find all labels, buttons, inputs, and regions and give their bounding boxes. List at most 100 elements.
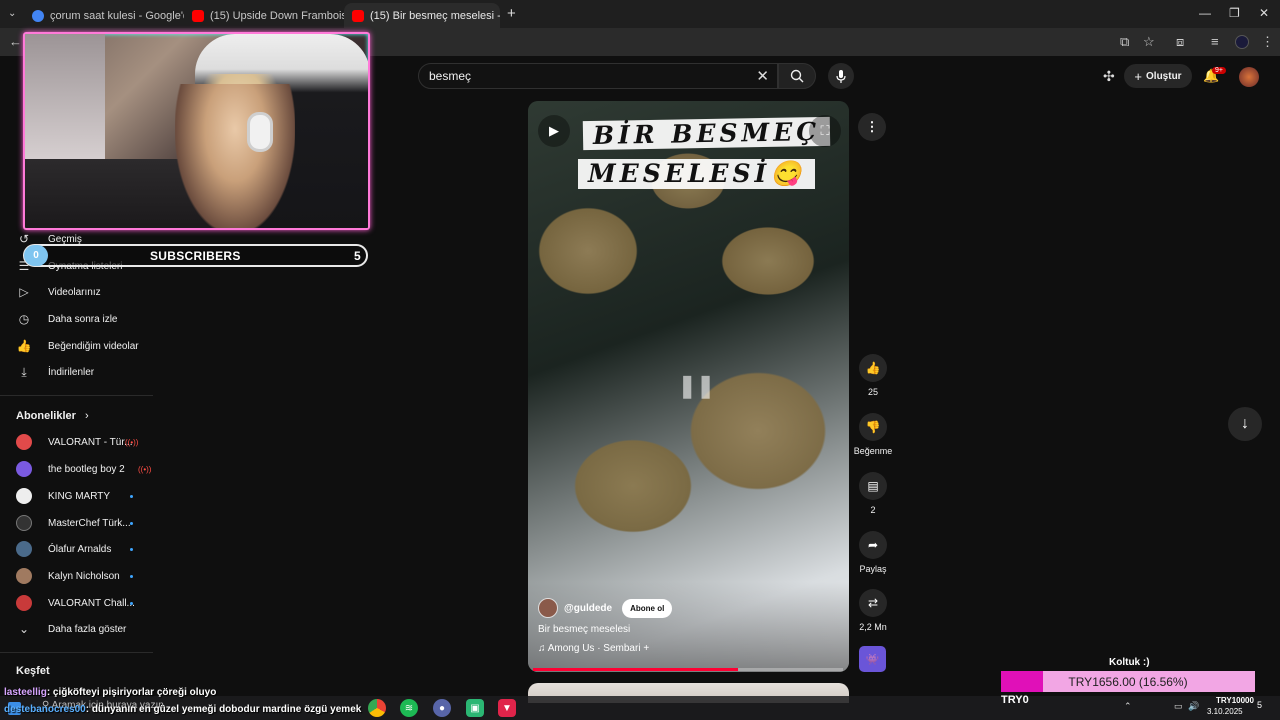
subscription-item[interactable]: VALORANT - Tür... ((•)) — [16, 432, 138, 452]
show-hidden-icons[interactable]: ⌃ — [1124, 701, 1132, 712]
sidebar-item-liked-videos[interactable]: 👍 Beğendiğim videolar — [16, 336, 139, 356]
subscription-item[interactable]: Ólafur Arnalds — [16, 539, 133, 559]
taskbar-date[interactable]: 3.10.2025 — [1207, 707, 1243, 716]
music-row[interactable]: ♫ Among Us · Sembari + — [538, 643, 649, 654]
comment-icon[interactable]: ▤ — [859, 472, 887, 500]
minimize-icon[interactable]: — — [1199, 6, 1211, 20]
profile-avatar[interactable] — [1235, 35, 1249, 49]
like-action[interactable]: 👍 25 — [858, 354, 888, 397]
sound-thumbnail-icon[interactable]: 👾 — [859, 646, 886, 672]
volume-icon[interactable]: 🔊 — [1188, 701, 1199, 712]
back-icon[interactable]: ← — [9, 34, 22, 49]
thumb-down-icon[interactable]: 👎 — [859, 413, 887, 441]
channel-avatar — [16, 461, 32, 477]
webcam-overlay — [23, 32, 370, 230]
thumb-up-icon[interactable]: 👍 — [859, 354, 887, 382]
sidebar-divider — [0, 652, 153, 653]
fullscreen-icon[interactable]: ⛶ — [809, 115, 841, 147]
share-icon[interactable]: ➦ — [859, 531, 887, 559]
pause-icon[interactable]: ❚❚ — [678, 373, 715, 399]
app-taskbar-icon[interactable]: ● — [433, 699, 451, 717]
browser-tab[interactable]: (15) Upside Down Framboise C ✕ — [184, 3, 344, 28]
subscription-item[interactable]: the bootleg boy 2 ((•)) — [16, 459, 151, 479]
channel-avatar — [16, 541, 32, 557]
tab-title: (15) Bir besmeç meselesi - Y — [370, 9, 500, 22]
short-video-player[interactable]: BİR BESMEÇ MESELESİ😋 ▶ ⛶ ❚❚ — [528, 101, 849, 672]
video-title-line1: BİR BESMEÇ — [582, 116, 831, 151]
thumb-up-icon: 👍 — [16, 339, 32, 353]
show-more-subscriptions[interactable]: ⌄ Daha fazla göster — [16, 619, 126, 639]
webcam-streamer-face — [175, 84, 295, 228]
remix-icon[interactable]: ⇄ — [859, 589, 887, 617]
voice-search-button[interactable] — [828, 63, 854, 89]
app-taskbar-icon[interactable]: ▣ — [466, 699, 484, 717]
sidebar-item-your-videos[interactable]: ▷ Videolarınız — [16, 282, 100, 302]
chat-username: lasteellig — [4, 687, 47, 698]
bookmark-star-icon[interactable]: ☆ — [1143, 34, 1155, 50]
clock-icon: ◷ — [18, 312, 30, 326]
subscription-item[interactable]: MasterChef Türk... — [16, 513, 133, 533]
search-box[interactable]: besmeç ✕ — [418, 63, 778, 89]
clear-search-icon[interactable]: ✕ — [756, 67, 769, 85]
network-icon[interactable]: ▭ — [1174, 701, 1183, 712]
subscribe-button[interactable]: Abone ol — [622, 598, 673, 618]
search-button[interactable] — [778, 63, 816, 89]
subscriptions-heading[interactable]: Abonelikler › — [16, 410, 89, 422]
dislike-action[interactable]: 👎 Beğenme — [854, 413, 892, 456]
comment-count: 2 — [870, 505, 876, 515]
install-app-icon[interactable]: ⧉ — [1120, 34, 1129, 50]
sidebar-item-label: İndirilenler — [48, 366, 95, 378]
new-tab-button[interactable]: + — [507, 5, 516, 22]
plus-icon: + — [1134, 68, 1143, 84]
gemini-chat-icon[interactable]: ✣ — [1103, 68, 1115, 85]
share-label: Paylaş — [859, 564, 887, 574]
sidebar-item-watch-later[interactable]: ◷ Daha sonra izle — [16, 309, 118, 329]
chat-message: lasteellig: çiğköfteyi pişiriyorlar çöre… — [4, 687, 216, 698]
chat-username: destebanocres00 — [4, 704, 86, 715]
media-control-icon[interactable]: ≡ — [1211, 34, 1219, 49]
chrome-taskbar-icon[interactable] — [368, 699, 386, 717]
channel-name: Ólafur Arnalds — [48, 543, 112, 555]
download-icon: ⤓ — [21, 364, 27, 379]
channel-name: MasterChef Türk... — [48, 517, 131, 529]
share-action[interactable]: ➦ Paylaş — [858, 531, 888, 574]
video-caption[interactable]: Bir besmeç meselesi — [538, 624, 630, 635]
sidebar-item-label: Beğendiğim videolar — [48, 340, 139, 352]
spotify-taskbar-icon[interactable]: ≋ — [400, 699, 418, 717]
channel-row: @guldede Abone ol — [538, 598, 673, 618]
next-short-arrow-icon[interactable]: ↓ — [1228, 407, 1262, 441]
account-avatar[interactable] — [1239, 67, 1259, 87]
channel-avatar[interactable] — [538, 598, 558, 618]
live-indicator-icon: ((•)) — [138, 464, 152, 474]
search-input[interactable]: besmeç — [429, 69, 471, 83]
remix-action[interactable]: ⇄ 2,2 Mn — [858, 589, 888, 632]
new-content-dot — [130, 521, 133, 525]
donation-goal-bar: TRY1656.00 (16.56%) — [1001, 671, 1255, 692]
browser-tab-active[interactable]: (15) Bir besmeç meselesi - Y 🔇 ✕ — [344, 3, 500, 28]
browser-tab[interactable]: çorum saat kulesi - Google'da A ✕ — [24, 3, 184, 28]
subscription-item[interactable]: Kalyn Nicholson — [16, 566, 133, 586]
taskbar-notification-count[interactable]: 5 — [1257, 700, 1262, 710]
more-options-button[interactable]: ⋮ — [858, 113, 886, 141]
video-progress-bar[interactable] — [533, 668, 843, 671]
subscription-item[interactable]: KING MARTY — [16, 486, 133, 506]
remix-count: 2,2 Mn — [859, 622, 887, 632]
extensions-icon[interactable]: ⧈ — [1176, 34, 1184, 50]
create-button[interactable]: + Oluştur — [1124, 64, 1192, 88]
sidebar-item-label: Geçmiş — [48, 233, 82, 245]
new-content-dot — [130, 601, 133, 605]
tab-search-icon[interactable]: ⌄ — [8, 8, 16, 19]
donation-goal-title: Koltuk :) — [1109, 657, 1150, 668]
sidebar-item-downloads[interactable]: ⤓ İndirilenler — [16, 362, 94, 382]
app-taskbar-icon[interactable]: ▼ — [498, 699, 516, 717]
comments-action[interactable]: ▤ 2 — [858, 472, 888, 515]
restore-icon[interactable]: ❐ — [1229, 6, 1240, 20]
tab-title: çorum saat kulesi - Google'da A — [50, 9, 184, 22]
close-window-icon[interactable]: ✕ — [1259, 6, 1269, 20]
subscription-item[interactable]: VALORANT Chall... — [16, 593, 135, 613]
chrome-menu-icon[interactable]: ⋮ — [1261, 34, 1274, 50]
channel-handle[interactable]: @guldede — [564, 603, 612, 614]
play-icon[interactable]: ▶ — [538, 115, 570, 147]
music-title: Among Us · Sembari + — [547, 643, 650, 654]
chat-text: : çiğköfteyi pişiriyorlar çöreği oluyo — [46, 687, 217, 698]
